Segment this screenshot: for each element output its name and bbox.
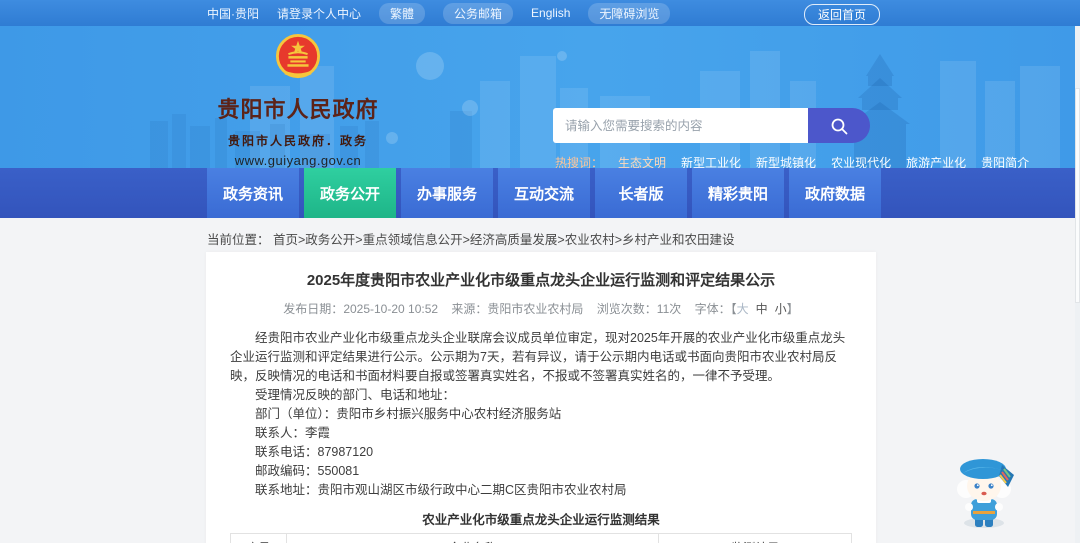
search-button[interactable]	[808, 108, 870, 143]
font-size-label: 字体：【	[694, 302, 737, 316]
nav-tab[interactable]: 办事服务	[401, 168, 493, 218]
site-tagline: 贵阳市人民政府．政务	[227, 134, 368, 148]
return-home-button[interactable]: 返回首页	[803, 4, 880, 25]
topbar-link-english[interactable]: English	[531, 6, 570, 20]
top-utility-bar: 中国·贵阳 请登录个人中心 繁體 公务邮箱 English 无障碍浏览 返回首页	[0, 0, 1080, 26]
source-label: 来源：	[451, 302, 488, 316]
table-header-row: 序号企业名称监测结果	[230, 533, 852, 543]
views-value: 11次	[656, 302, 682, 316]
publish-date: 2025-10-20 10:52	[343, 302, 439, 316]
font-size-link[interactable]: 小	[775, 302, 787, 316]
article-paragraph: 部门（单位）：贵阳市乡村振兴服务中心农村经济服务站	[255, 407, 562, 421]
hot-search-row: 热搜词： 生态文明 新型工业化 新型城镇化 农业现代化 旅游产业化 贵阳简介	[555, 154, 1029, 168]
font-size-link[interactable]: 大	[737, 302, 749, 316]
nav-tab[interactable]: 政府数据	[789, 168, 881, 218]
scrollbar-thumb[interactable]	[1075, 88, 1080, 303]
search-bar	[553, 108, 870, 143]
topbar-link-login-personal-center[interactable]: 请登录个人中心	[277, 5, 361, 22]
table-header-cell: 监测结果	[658, 533, 852, 543]
views-label: 浏览次数：	[596, 302, 657, 316]
nav-tab[interactable]: 互动交流	[498, 168, 590, 218]
article-title: 2025年度贵阳市农业产业化市级重点龙头企业运行监测和评定结果公示	[306, 272, 776, 289]
search-input[interactable]	[553, 108, 808, 143]
font-size-label-close: 】	[786, 302, 799, 316]
topbar-link-accessibility[interactable]: 无障碍浏览	[588, 2, 671, 24]
search-icon	[831, 118, 848, 134]
article-paragraph: 受理情况反映的部门、电话和地址：	[255, 388, 456, 402]
hot-search-terms: 生态文明 新型工业化 新型城镇化 农业现代化 旅游产业化 贵阳简介	[618, 154, 1029, 168]
breadcrumb: 当前位置： 首页>政务公开>重点领域信息公开>经济高质量发展>农业农村>乡村产业…	[207, 229, 735, 248]
article-paragraph: 邮政编码：550081	[255, 464, 360, 478]
article-body: 经贵阳市农业产业化市级重点龙头企业联席会议成员单位审定，现对2025年开展的农业…	[230, 329, 852, 500]
hot-search-term[interactable]: 农业现代化	[831, 154, 891, 168]
nav-tab[interactable]: 政务资讯	[207, 168, 299, 218]
publish-date-label: 发布日期：	[283, 302, 344, 316]
hot-search-term[interactable]: 贵阳简介	[981, 154, 1029, 168]
topbar-link-traditional-chinese[interactable]: 繁體	[379, 2, 426, 24]
hot-search-term[interactable]: 生态文明	[618, 154, 666, 168]
result-table-caption: 农业产业化市级重点龙头企业运行监测结果	[422, 513, 660, 527]
result-table: 序号企业名称监测结果 1贵州合力超市采购有限公司合格2贵州友禾种业有限公司合格3…	[230, 533, 852, 543]
breadcrumb-label: 当前位置：	[207, 233, 270, 247]
city-skyline-graphic	[150, 51, 1060, 168]
page: 中国·贵阳 请登录个人中心 繁體 公务邮箱 English 无障碍浏览 返回首页	[0, 0, 1080, 543]
article-paragraph: 联系电话：87987120	[255, 445, 374, 459]
font-size-links: 大中小	[737, 302, 787, 316]
article-paragraph: 经贵阳市农业产业化市级重点龙头企业联席会议成员单位审定，现对2025年开展的农业…	[230, 331, 846, 383]
article-paragraph: 联系人：李霞	[255, 426, 331, 440]
nav-tab[interactable]: 精彩贵阳	[692, 168, 784, 218]
article-meta: 发布日期：2025-10-20 10:52 来源：贵阳市农业农村局 浏览次数：1…	[230, 300, 852, 317]
topbar-link-official-mail[interactable]: 公务邮箱	[443, 2, 514, 24]
article-paragraph: 联系地址：贵阳市观山湖区市级行政中心二期C区贵阳市农业农村局	[255, 483, 627, 497]
site-name: 贵阳市人民政府	[217, 97, 379, 122]
font-size-link[interactable]: 中	[756, 302, 768, 316]
hot-search-term[interactable]: 新型工业化	[681, 154, 741, 168]
nav-tab[interactable]: 长者版	[595, 168, 687, 218]
topbar-link-china-guiyang[interactable]: 中国·贵阳	[207, 5, 259, 22]
table-header-cell: 序号	[230, 533, 287, 543]
mascot[interactable]	[946, 455, 1022, 539]
site-banner: 贵阳市人民政府 贵阳市人民政府．政务 www.guiyang.gov.cn 热搜…	[0, 26, 1080, 168]
source-value: 贵阳市农业农村局	[487, 302, 584, 316]
hot-search-term[interactable]: 旅游产业化	[906, 154, 966, 168]
main-nav: 政务资讯 政务公开 办事服务 互动交流 长者版 精彩贵阳 政府数据	[0, 168, 1080, 218]
site-logo[interactable]: 贵阳市人民政府 贵阳市人民政府．政务 www.guiyang.gov.cn	[213, 34, 383, 168]
national-emblem-icon	[275, 34, 321, 79]
breadcrumb-path[interactable]: 首页>政务公开>重点领域信息公开>经济高质量发展>农业农村>乡村产业和农田建设	[273, 233, 735, 247]
hot-search-label: 热搜词：	[555, 156, 604, 168]
hot-search-term[interactable]: 新型城镇化	[756, 154, 816, 168]
nav-tab[interactable]: 政务公开	[304, 168, 396, 218]
table-header-cell: 企业名称	[285, 533, 660, 543]
site-url: www.guiyang.gov.cn	[234, 153, 362, 168]
article-card: 2025年度贵阳市农业产业化市级重点龙头企业运行监测和评定结果公示 发布日期：2…	[206, 252, 876, 543]
